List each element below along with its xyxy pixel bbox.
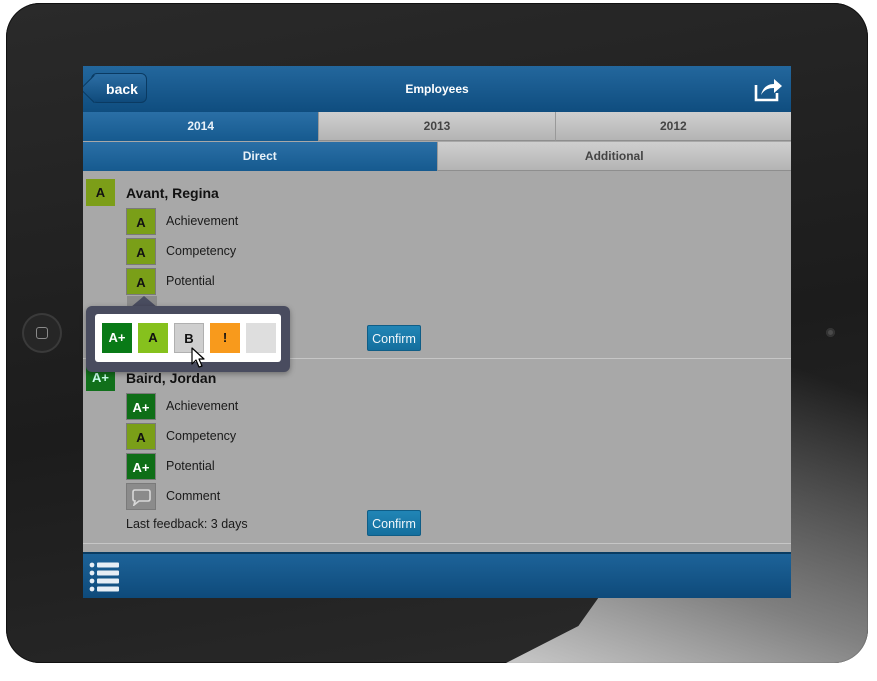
metric-label: Comment bbox=[166, 489, 221, 503]
metric-label: Potential bbox=[166, 274, 215, 288]
metric-label: Competency bbox=[166, 429, 237, 443]
speech-bubble-icon bbox=[132, 489, 151, 508]
grade-option-a[interactable]: A bbox=[138, 323, 168, 353]
metric-label: Competency bbox=[166, 244, 237, 258]
divider bbox=[83, 543, 791, 544]
metric-label: Achievement bbox=[166, 399, 239, 413]
list-icon[interactable] bbox=[89, 560, 119, 592]
potential-grade-box[interactable]: A bbox=[126, 268, 156, 295]
confirm-button[interactable]: Confirm bbox=[367, 325, 421, 351]
confirm-button[interactable]: Confirm bbox=[367, 510, 421, 536]
home-square-icon bbox=[36, 327, 48, 339]
metric-label: Achievement bbox=[166, 214, 239, 228]
employee-grade-badge[interactable]: A bbox=[86, 179, 115, 206]
page-title: Employees bbox=[405, 82, 469, 96]
mouse-pointer-icon bbox=[191, 347, 205, 368]
grade-picker-popup: A+ A B ! bbox=[86, 306, 290, 372]
home-button[interactable] bbox=[22, 313, 62, 353]
competency-grade-box[interactable]: A bbox=[126, 238, 156, 265]
grade-option-warning[interactable]: ! bbox=[210, 323, 240, 353]
camera-icon bbox=[826, 328, 835, 337]
share-icon[interactable] bbox=[753, 75, 783, 103]
tab-2014[interactable]: 2014 bbox=[83, 112, 319, 141]
tab-2012[interactable]: 2012 bbox=[554, 112, 791, 141]
header-bar: back Employees bbox=[83, 66, 791, 112]
comment-button[interactable] bbox=[126, 483, 156, 510]
potential-grade-box[interactable]: A+ bbox=[126, 453, 156, 480]
grade-option-a-plus[interactable]: A+ bbox=[102, 323, 132, 353]
type-tabs: Direct Additional bbox=[83, 142, 791, 171]
footer-bar bbox=[83, 552, 791, 598]
year-tabs: 2014 2013 2012 bbox=[83, 112, 791, 141]
competency-grade-box[interactable]: A bbox=[126, 423, 156, 450]
tab-additional[interactable]: Additional bbox=[436, 142, 791, 171]
achievement-grade-box[interactable]: A bbox=[126, 208, 156, 235]
grade-picker-options: A+ A B ! bbox=[95, 314, 281, 362]
employee-name[interactable]: Avant, Regina bbox=[126, 185, 219, 201]
employee-name[interactable]: Baird, Jordan bbox=[126, 370, 216, 386]
metric-label: Potential bbox=[166, 459, 215, 473]
last-feedback-text: Last feedback: 3 days bbox=[126, 517, 248, 531]
tab-2013[interactable]: 2013 bbox=[318, 112, 555, 141]
grade-option-none[interactable] bbox=[246, 323, 276, 353]
achievement-grade-box[interactable]: A+ bbox=[126, 393, 156, 420]
tab-direct[interactable]: Direct bbox=[83, 142, 437, 171]
